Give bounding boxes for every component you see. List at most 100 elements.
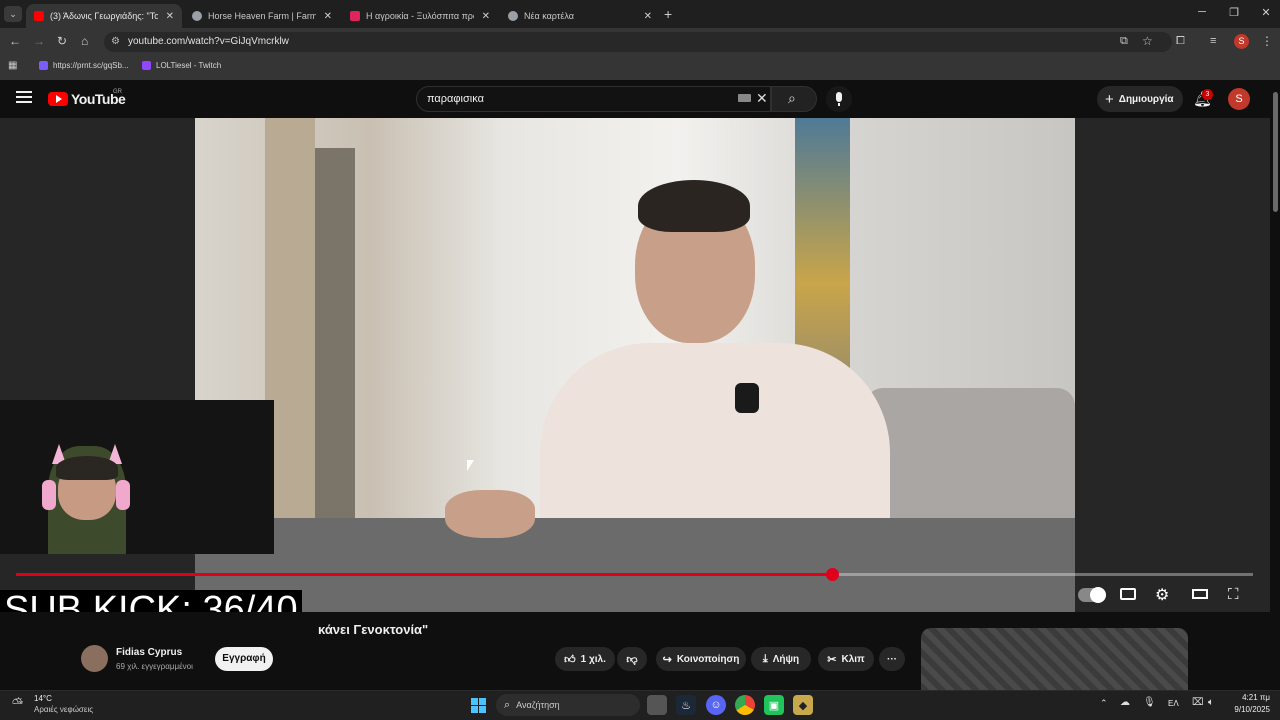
restore-icon[interactable]: ❐ — [1224, 6, 1244, 19]
theater-mode-icon[interactable] — [1192, 589, 1208, 599]
reload-icon[interactable]: ↻ — [57, 34, 67, 48]
media-controls-icon[interactable]: ≡ — [1210, 35, 1216, 47]
clock-date[interactable]: 9/10/2025 — [1226, 705, 1270, 714]
progress-bar-played — [16, 573, 832, 576]
search-icon: ⌕ — [788, 90, 796, 106]
voice-search-button[interactable] — [826, 86, 852, 112]
bookmark-favicon-icon — [39, 61, 48, 70]
steam-icon[interactable]: ♨ — [676, 695, 696, 715]
mouse-cursor-icon — [467, 460, 474, 471]
browser-tab-youtube[interactable]: (3) Άδωνις Γεωργιάδης: "Το Ισρ ✕ — [26, 4, 182, 28]
video-frame[interactable] — [195, 118, 1075, 612]
region-code: GR — [113, 89, 122, 95]
tray-overflow-icon[interactable]: ⌃ — [1100, 698, 1108, 709]
video-door-shape — [315, 148, 355, 548]
search-icon: ⌕ — [504, 698, 511, 711]
headphone-left-icon — [42, 480, 56, 510]
subscriber-count: 69 χιλ. εγγεγραμμένοι — [116, 662, 193, 671]
chrome-icon[interactable] — [735, 695, 755, 715]
install-app-icon[interactable]: ⧉ — [1120, 35, 1128, 48]
subtitles-icon[interactable] — [1120, 588, 1136, 600]
site-favicon-icon — [192, 11, 202, 21]
weather-description[interactable]: Αραιές νεφώσεις — [34, 705, 93, 714]
windows-start-icon[interactable] — [468, 695, 488, 715]
url-text[interactable]: youtube.com/watch?v=GiJqVmcrklw — [128, 36, 289, 47]
kick-app-icon[interactable]: ▣ — [764, 695, 784, 715]
profile-avatar[interactable]: S — [1234, 34, 1249, 49]
streamer-webcam — [0, 400, 274, 554]
globe-icon — [508, 11, 518, 21]
share-button[interactable]: ↪ Κοινοποίηση — [656, 647, 746, 671]
bookmark-twitch[interactable]: LOLTiesel - Twitch — [142, 61, 221, 70]
clock-time[interactable]: 4:21 πμ — [1226, 693, 1270, 702]
forward-icon[interactable]: → — [33, 34, 45, 48]
site-info-icon[interactable]: ⚙ — [111, 36, 120, 47]
network-icon[interactable]: ⌧ — [1192, 697, 1204, 708]
discord-icon[interactable]: ☺ — [706, 695, 726, 715]
apps-grid-icon[interactable]: ▦ — [8, 60, 17, 71]
weather-icon[interactable]: ⛅︎ — [12, 695, 23, 712]
video-lav-mic-shape — [735, 383, 759, 413]
extensions-icon[interactable]: ⧠ — [1176, 35, 1185, 48]
sidebar-ad-card[interactable] — [921, 628, 1188, 690]
video-person-hand-shape — [445, 490, 535, 538]
tray-microphone-icon[interactable]: 🎙︎ — [1143, 697, 1156, 708]
settings-gear-icon[interactable]: ⚙ — [1155, 585, 1169, 605]
tab-search-icon[interactable]: ⌄ — [4, 6, 22, 22]
weather-temperature[interactable]: 14°C — [34, 694, 52, 703]
dislike-button[interactable]: 👎︎ — [617, 647, 647, 671]
fullscreen-icon[interactable]: ⛶ — [1228, 586, 1239, 603]
clip-button[interactable]: ✂ Κλιπ — [818, 647, 874, 671]
game-app-icon[interactable]: ◆ — [793, 695, 813, 715]
download-button[interactable]: ⤓ Λήψη — [751, 647, 811, 671]
create-button[interactable]: + Δημιουργία — [1097, 86, 1183, 112]
minimize-icon[interactable]: ─ — [1192, 6, 1212, 18]
taskbar-search[interactable]: ⌕ Αναζήτηση — [496, 694, 640, 716]
share-arrow-icon: ↪ — [662, 653, 672, 666]
bookmark-star-icon[interactable]: ☆ — [1142, 34, 1153, 48]
scrollbar-thumb[interactable] — [1273, 92, 1278, 212]
close-tab-icon[interactable]: ✕ — [644, 11, 652, 22]
browser-tab-horse-heaven[interactable]: Horse Heaven Farm | Farmhous ✕ — [184, 4, 340, 28]
video-title: κάνει Γενοκτονία" — [318, 622, 429, 637]
search-input[interactable]: παραφισικα — [427, 93, 484, 105]
hamburger-menu-icon[interactable] — [16, 91, 32, 103]
task-view-icon[interactable] — [647, 695, 667, 715]
thumbs-up-icon: 👍︎ — [564, 653, 576, 666]
back-icon[interactable]: ← — [9, 34, 21, 48]
subscribe-button[interactable]: Εγγραφή — [215, 647, 273, 671]
channel-avatar[interactable] — [81, 645, 108, 672]
input-language[interactable]: ΕΛ — [1168, 699, 1179, 708]
browser-tab-agroikia[interactable]: Η αγροικία - Ξυλόσπιτα προς ✕ — [342, 4, 498, 28]
like-button[interactable]: 👍︎ 1 χιλ. — [555, 647, 615, 671]
close-tab-icon[interactable]: ✕ — [482, 11, 490, 22]
microphone-icon — [836, 92, 842, 102]
streamer-hair-shape — [56, 456, 118, 480]
channel-name[interactable]: Fidias Cyprus — [116, 647, 182, 658]
account-avatar[interactable]: S — [1228, 88, 1250, 110]
video-person-hair-shape — [638, 180, 750, 232]
autoplay-toggle[interactable] — [1078, 587, 1106, 603]
progress-scrubber-handle[interactable] — [826, 568, 839, 581]
site-favicon-icon — [350, 11, 360, 21]
onedrive-icon[interactable]: ☁ — [1120, 697, 1130, 708]
scissors-icon: ✂ — [827, 653, 837, 666]
plus-icon: + — [1105, 90, 1114, 108]
clear-search-icon[interactable]: ✕ — [756, 90, 768, 107]
close-tab-icon[interactable]: ✕ — [166, 11, 174, 22]
keyboard-icon[interactable] — [738, 94, 751, 102]
youtube-logo-icon[interactable] — [48, 92, 68, 106]
bookmark-prnt[interactable]: https://prnt.sc/gqSb... — [39, 61, 129, 70]
browser-tab-new[interactable]: Νέα καρτέλα ✕ — [500, 4, 660, 28]
close-tab-icon[interactable]: ✕ — [324, 11, 332, 22]
new-tab-button[interactable]: + — [664, 6, 672, 22]
volume-icon[interactable]: 🔈︎ — [1208, 697, 1214, 708]
close-window-icon[interactable]: ✕ — [1256, 6, 1276, 19]
home-icon[interactable]: ⌂ — [81, 34, 88, 48]
browser-menu-icon[interactable]: ⋮ — [1261, 34, 1273, 48]
windows-taskbar — [0, 690, 1280, 720]
download-icon: ⤓ — [762, 652, 768, 665]
youtube-favicon-icon — [34, 11, 44, 21]
more-actions-button[interactable]: ··· — [879, 647, 905, 671]
thumbs-down-icon: 👎︎ — [626, 653, 638, 666]
